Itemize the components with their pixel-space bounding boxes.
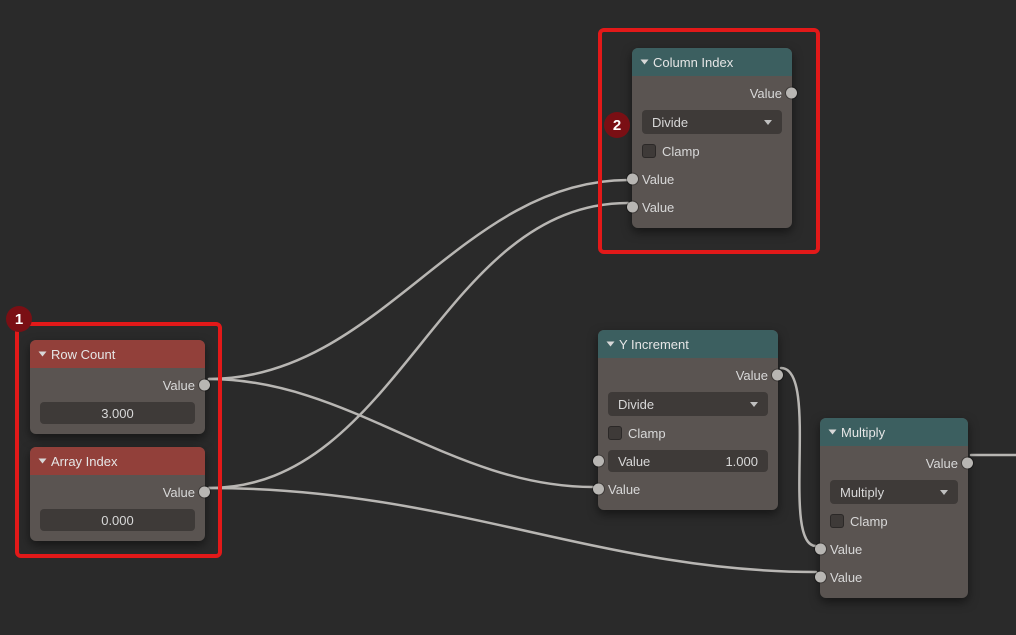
node-row-count[interactable]: Row Count Value 3.000	[30, 340, 205, 434]
output-socket-label: Value	[163, 378, 195, 393]
output-socket-label: Value	[163, 485, 195, 500]
output-socket-label: Value	[926, 456, 958, 471]
output-socket[interactable]	[772, 370, 783, 381]
chevron-down-icon	[829, 430, 837, 435]
output-socket-label: Value	[736, 368, 768, 383]
input-socket-label: Value	[608, 482, 640, 497]
annotation-number: 1	[15, 311, 23, 328]
node-title: Row Count	[51, 347, 115, 362]
value-field[interactable]: 0.000	[40, 509, 195, 531]
node-array-index[interactable]: Array Index Value 0.000	[30, 447, 205, 541]
input-socket[interactable]	[593, 456, 604, 467]
output-socket[interactable]	[962, 458, 973, 469]
node-header[interactable]: Column Index	[632, 48, 792, 76]
chevron-down-icon	[607, 342, 615, 347]
annotation-badge-2: 2	[604, 112, 630, 138]
chevron-down-icon	[764, 120, 772, 125]
node-y-increment[interactable]: Y Increment Value Divide Clamp Value	[598, 330, 778, 510]
value-field[interactable]: Value 1.000	[608, 450, 768, 472]
annotation-badge-1: 1	[6, 306, 32, 332]
input-socket[interactable]	[627, 174, 638, 185]
node-header[interactable]: Y Increment	[598, 330, 778, 358]
dropdown-label: Divide	[652, 115, 688, 130]
input-socket[interactable]	[815, 544, 826, 555]
node-multiply[interactable]: Multiply Value Multiply Clamp Value	[820, 418, 968, 598]
input-socket-label: Value	[830, 570, 862, 585]
dropdown-label: Multiply	[840, 485, 884, 500]
value-text: 1.000	[725, 454, 758, 469]
node-title: Multiply	[841, 425, 885, 440]
output-socket[interactable]	[199, 487, 210, 498]
output-socket-label: Value	[750, 86, 782, 101]
dropdown-label: Divide	[618, 397, 654, 412]
node-header[interactable]: Array Index	[30, 447, 205, 475]
chevron-down-icon	[39, 459, 47, 464]
value-field[interactable]: 3.000	[40, 402, 195, 424]
node-header[interactable]: Multiply	[820, 418, 968, 446]
clamp-checkbox[interactable]	[642, 144, 656, 158]
operation-dropdown[interactable]: Divide	[642, 110, 782, 134]
input-socket[interactable]	[815, 572, 826, 583]
clamp-label: Clamp	[850, 514, 888, 529]
chevron-down-icon	[940, 490, 948, 495]
operation-dropdown[interactable]: Divide	[608, 392, 768, 416]
input-socket-label: Value	[830, 542, 862, 557]
node-title: Column Index	[653, 55, 733, 70]
input-socket-label: Value	[642, 200, 674, 215]
input-socket[interactable]	[593, 484, 604, 495]
input-label: Value	[618, 454, 650, 469]
node-header[interactable]: Row Count	[30, 340, 205, 368]
clamp-label: Clamp	[662, 144, 700, 159]
annotation-number: 2	[613, 117, 621, 134]
clamp-checkbox[interactable]	[830, 514, 844, 528]
chevron-down-icon	[641, 60, 649, 65]
output-socket[interactable]	[786, 88, 797, 99]
operation-dropdown[interactable]: Multiply	[830, 480, 958, 504]
input-socket-label: Value	[642, 172, 674, 187]
chevron-down-icon	[39, 352, 47, 357]
output-socket[interactable]	[199, 380, 210, 391]
value-text: 3.000	[101, 406, 134, 421]
node-title: Array Index	[51, 454, 117, 469]
clamp-label: Clamp	[628, 426, 666, 441]
input-socket[interactable]	[627, 202, 638, 213]
clamp-checkbox[interactable]	[608, 426, 622, 440]
value-text: 0.000	[101, 513, 134, 528]
chevron-down-icon	[750, 402, 758, 407]
node-column-index[interactable]: Column Index Value Divide Clamp Value	[632, 48, 792, 228]
node-title: Y Increment	[619, 337, 689, 352]
